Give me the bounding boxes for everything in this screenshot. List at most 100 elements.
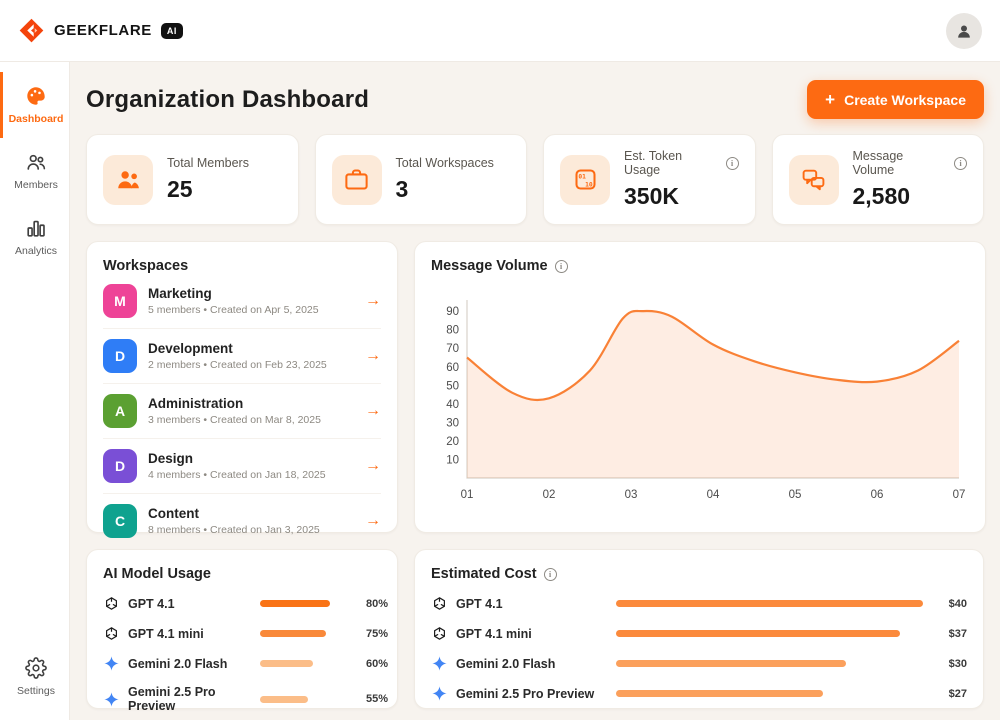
- briefcase-icon: [332, 155, 382, 205]
- brand-name: GEEKFLARE: [54, 22, 152, 39]
- usage-row-gemini20: Gemini 2.0 Flash 60%: [103, 655, 381, 672]
- workspace-item-content[interactable]: C Content 8 members • Created on Jan 3, …: [103, 494, 381, 548]
- workspace-avatar: D: [103, 449, 137, 483]
- cost-row-gpt41mini: GPT 4.1 mini $37: [431, 625, 967, 642]
- workspace-name: Content: [148, 506, 320, 521]
- arrow-right-icon[interactable]: [365, 457, 381, 475]
- usage-percent: 60%: [356, 658, 388, 670]
- usage-row-gpt41mini: GPT 4.1 mini 75%: [103, 625, 381, 642]
- message-volume-card: Message Volume 1020304050607080900102030…: [414, 241, 986, 533]
- members-icon: [103, 155, 153, 205]
- svg-text:60: 60: [446, 362, 459, 374]
- stat-label: Est. Token Usage: [624, 149, 720, 177]
- usage-percent: 80%: [356, 598, 388, 610]
- cost-row-gemini20: Gemini 2.0 Flash $30: [431, 655, 967, 672]
- stat-card-token-usage: 01 10 Est. Token Usage 350K: [543, 134, 756, 225]
- arrow-right-icon[interactable]: [365, 347, 381, 365]
- ai-model-usage-card: AI Model Usage GPT 4.1 80% GPT 4.1 mini …: [86, 549, 398, 709]
- info-icon[interactable]: [555, 260, 568, 273]
- model-name: GPT 4.1: [456, 597, 608, 611]
- cost-bar: [616, 630, 923, 637]
- model-name: Gemini 2.5 Pro Preview: [456, 687, 608, 701]
- workspace-item-design[interactable]: D Design 4 members • Created on Jan 18, …: [103, 439, 381, 494]
- workspace-meta: 2 members • Created on Feb 23, 2025: [148, 359, 327, 371]
- usage-row-gemini25: Gemini 2.5 Pro Preview 55%: [103, 685, 381, 713]
- sidebar-item-members[interactable]: Members: [0, 138, 69, 204]
- cost-value: $27: [931, 688, 967, 700]
- svg-text:30: 30: [446, 417, 459, 429]
- workspace-avatar: A: [103, 394, 137, 428]
- geekflare-logo-icon: [18, 17, 45, 44]
- sidebar-label: Analytics: [15, 245, 57, 257]
- arrow-right-icon[interactable]: [365, 402, 381, 420]
- workspace-item-administration[interactable]: A Administration 3 members • Created on …: [103, 384, 381, 439]
- gemini-icon: [103, 655, 120, 672]
- openai-icon: [431, 625, 448, 642]
- stat-card-total-members: Total Members 25: [86, 134, 299, 225]
- sidebar-label: Dashboard: [9, 113, 64, 125]
- ai-badge: AI: [161, 23, 183, 39]
- openai-icon: [103, 595, 120, 612]
- gemini-icon: [431, 655, 448, 672]
- workspace-meta: 3 members • Created on Mar 8, 2025: [148, 414, 321, 426]
- ai-model-usage-title: AI Model Usage: [103, 566, 381, 582]
- workspace-item-development[interactable]: D Development 2 members • Created on Feb…: [103, 329, 381, 384]
- sidebar-label: Members: [14, 179, 58, 191]
- svg-text:70: 70: [446, 343, 459, 355]
- estimated-cost-title: Estimated Cost: [431, 566, 537, 582]
- svg-text:10: 10: [446, 454, 459, 466]
- svg-text:20: 20: [446, 436, 459, 448]
- sidebar-item-dashboard[interactable]: Dashboard: [0, 72, 69, 138]
- main-content: Organization Dashboard Create Workspace …: [70, 62, 1000, 720]
- stat-card-total-workspaces: Total Workspaces 3: [315, 134, 528, 225]
- model-name: Gemini 2.0 Flash: [456, 657, 608, 671]
- cost-value: $40: [931, 598, 967, 610]
- workspace-meta: 5 members • Created on Apr 5, 2025: [148, 304, 319, 316]
- create-workspace-button[interactable]: Create Workspace: [807, 80, 984, 119]
- message-volume-title: Message Volume: [431, 258, 548, 274]
- analytics-icon: [25, 217, 47, 239]
- info-icon[interactable]: [544, 568, 557, 581]
- arrow-right-icon[interactable]: [365, 512, 381, 530]
- gemini-icon: [431, 685, 448, 702]
- cost-bar: [616, 690, 923, 697]
- workspace-avatar: C: [103, 504, 137, 538]
- sidebar-item-analytics[interactable]: Analytics: [0, 204, 69, 270]
- stat-label: Total Members: [167, 156, 249, 170]
- sidebar-item-settings[interactable]: Settings: [0, 644, 69, 710]
- openai-icon: [103, 625, 120, 642]
- svg-text:50: 50: [446, 380, 459, 392]
- workspace-avatar: D: [103, 339, 137, 373]
- cost-row-gpt41: GPT 4.1 $40: [431, 595, 967, 612]
- workspace-initial: A: [115, 403, 125, 419]
- token-icon: 01 10: [560, 155, 610, 205]
- stat-value: 25: [167, 176, 249, 203]
- brand-logo-link[interactable]: GEEKFLARE AI: [18, 17, 183, 44]
- workspace-initial: C: [115, 513, 125, 529]
- svg-text:10: 10: [585, 181, 593, 188]
- usage-percent: 55%: [356, 693, 388, 705]
- message-volume-chart: 10203040506070809001020304050607: [431, 288, 969, 506]
- stats-row: Total Members 25 Total Workspaces 3 01: [86, 134, 984, 225]
- svg-text:04: 04: [707, 489, 720, 501]
- page-title: Organization Dashboard: [86, 86, 369, 114]
- workspace-avatar: M: [103, 284, 137, 318]
- arrow-right-icon[interactable]: [365, 292, 381, 310]
- workspace-item-marketing[interactable]: M Marketing 5 members • Created on Apr 5…: [103, 274, 381, 329]
- stat-label: Message Volume: [853, 149, 949, 177]
- create-workspace-label: Create Workspace: [844, 92, 966, 108]
- svg-text:07: 07: [953, 489, 966, 501]
- estimated-cost-card: Estimated Cost GPT 4.1 $40 GPT 4.1 mini …: [414, 549, 984, 709]
- cost-bar: [616, 600, 923, 607]
- user-avatar-button[interactable]: [946, 13, 982, 49]
- svg-text:03: 03: [625, 489, 638, 501]
- info-icon[interactable]: [954, 157, 967, 170]
- openai-icon: [431, 595, 448, 612]
- workspaces-card: Workspaces M Marketing 5 members • Creat…: [86, 241, 398, 533]
- svg-text:40: 40: [446, 399, 459, 411]
- info-icon[interactable]: [726, 157, 739, 170]
- svg-text:06: 06: [871, 489, 884, 501]
- workspace-initial: D: [115, 458, 125, 474]
- model-name: Gemini 2.0 Flash: [128, 657, 252, 671]
- workspace-name: Development: [148, 341, 327, 356]
